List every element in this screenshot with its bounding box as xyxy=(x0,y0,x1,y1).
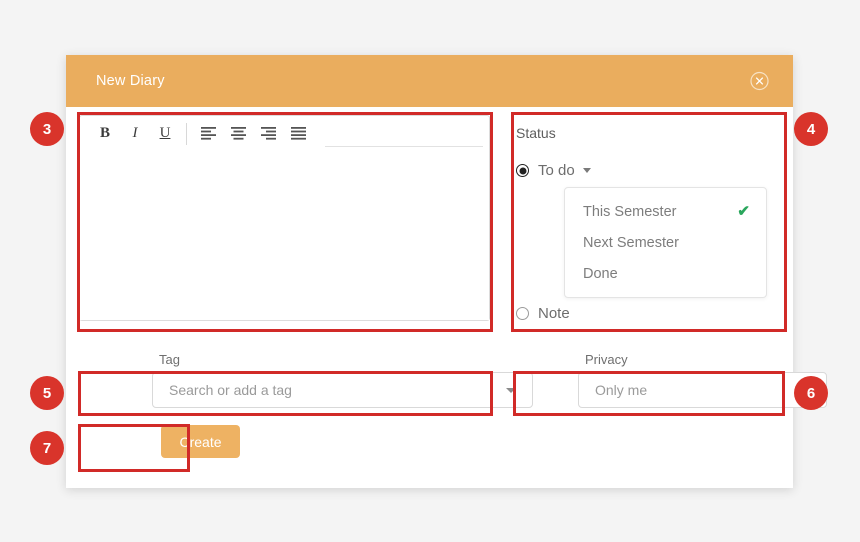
align-right-icon[interactable] xyxy=(253,121,283,147)
create-button[interactable]: Create xyxy=(161,425,240,458)
new-diary-modal: New Diary B I U Status To do This Semest… xyxy=(66,55,827,488)
status-menu-item-label: Done xyxy=(583,265,618,282)
annotation-badge-7: 7 xyxy=(30,431,64,465)
modal-body: B I U Status To do This Semester ✔ Next … xyxy=(66,107,827,488)
chevron-down-icon[interactable] xyxy=(506,387,516,393)
status-menu-item-done[interactable]: Done xyxy=(565,258,766,289)
tag-label: Tag xyxy=(159,352,180,367)
privacy-select[interactable]: Only me xyxy=(578,372,827,408)
status-note-label: Note xyxy=(538,305,570,322)
status-menu-item-next-semester[interactable]: Next Semester xyxy=(565,227,766,258)
modal-title: New Diary xyxy=(96,73,165,89)
modal-header: New Diary xyxy=(66,55,793,107)
annotation-badge-5: 5 xyxy=(30,376,64,410)
tag-select[interactable]: Search or add a tag xyxy=(152,372,533,408)
toolbar-rule xyxy=(325,146,483,147)
tag-input[interactable]: Search or add a tag xyxy=(153,382,506,398)
status-radio-note[interactable]: Note xyxy=(516,305,570,322)
radio-todo-icon xyxy=(516,164,529,177)
diary-editor: B I U xyxy=(79,115,490,321)
status-label: Status xyxy=(516,125,556,141)
check-icon: ✔ xyxy=(737,203,750,220)
annotation-badge-3: 3 xyxy=(30,112,64,146)
editor-content-area[interactable] xyxy=(80,151,489,320)
close-icon[interactable] xyxy=(750,71,769,91)
chevron-down-icon[interactable] xyxy=(582,168,591,173)
align-left-icon[interactable] xyxy=(193,121,223,147)
bold-button[interactable]: B xyxy=(90,121,120,147)
annotation-badge-6: 6 xyxy=(794,376,828,410)
privacy-label: Privacy xyxy=(585,352,628,367)
privacy-value: Only me xyxy=(595,382,648,398)
italic-button[interactable]: I xyxy=(120,121,150,147)
align-center-icon[interactable] xyxy=(223,121,253,147)
status-radio-todo[interactable]: To do xyxy=(516,162,591,179)
status-todo-label: To do xyxy=(538,162,575,179)
status-menu-item-this-semester[interactable]: This Semester ✔ xyxy=(565,196,766,227)
annotation-badge-4: 4 xyxy=(794,112,828,146)
editor-toolbar: B I U xyxy=(80,116,489,151)
toolbar-divider xyxy=(186,122,187,145)
status-dropdown-menu: This Semester ✔ Next Semester Done xyxy=(564,187,767,298)
radio-note-icon xyxy=(516,307,529,320)
status-menu-item-label: This Semester xyxy=(583,203,677,220)
status-menu-item-label: Next Semester xyxy=(583,234,679,251)
align-justify-icon[interactable] xyxy=(283,121,313,147)
underline-button[interactable]: U xyxy=(150,121,180,147)
